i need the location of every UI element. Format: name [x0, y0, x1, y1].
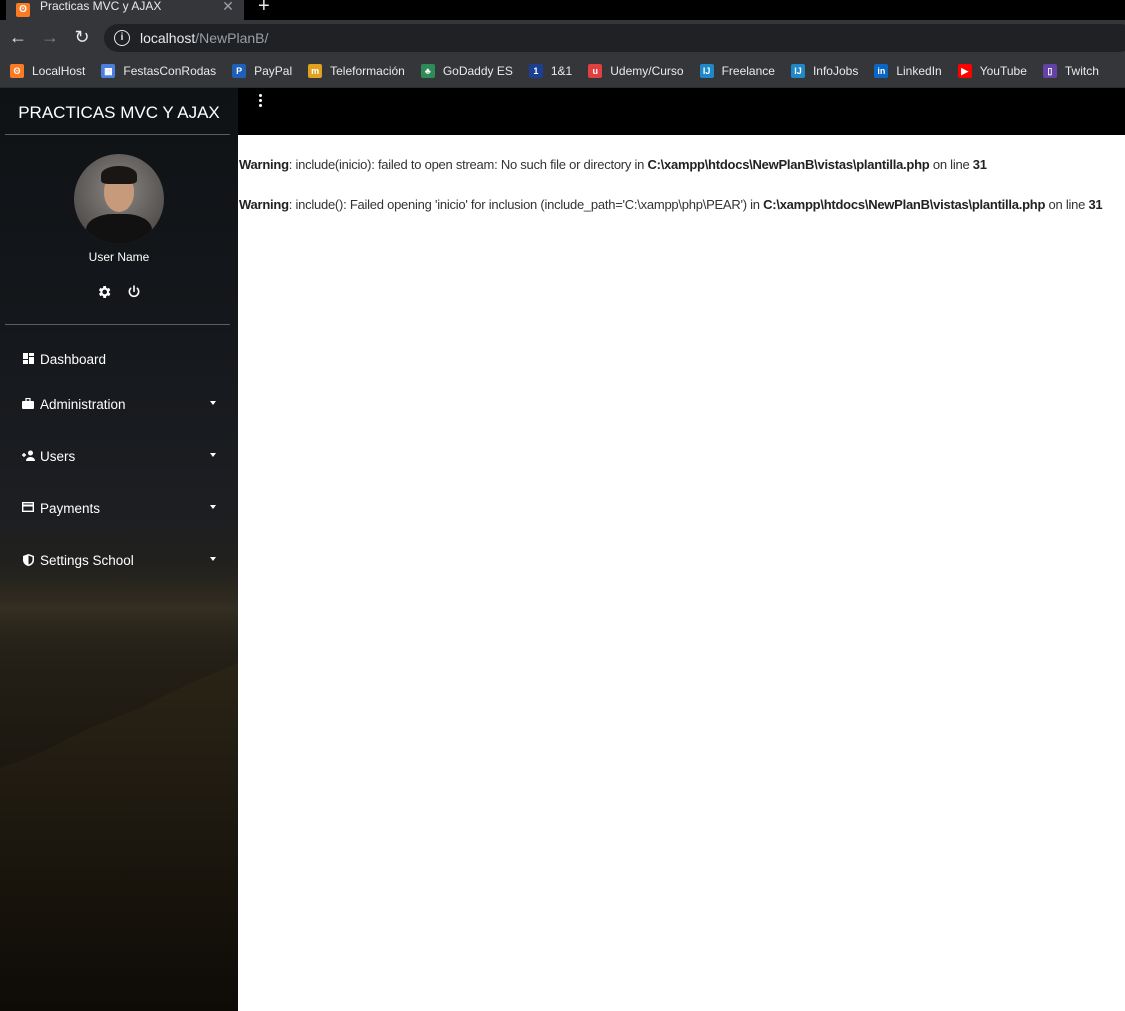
sidebar-item-dashboard[interactable]: Dashboard: [0, 349, 238, 369]
url-path: /NewPlanB/: [195, 30, 269, 46]
xampp-icon: ʘ: [16, 3, 30, 17]
chevron-down-icon[interactable]: [210, 453, 216, 457]
bookmark-label: Twitch: [1064, 63, 1099, 78]
bookmark-label: YouTube: [979, 63, 1027, 78]
bookmark-label: 1&1: [550, 63, 573, 78]
bookmark-label: FestasConRodas: [123, 63, 217, 78]
sidebar-menu: Dashboard Administration Users Payments: [0, 325, 238, 570]
warning-file: C:\xampp\htdocs\NewPlanB\vistas\plantill…: [647, 157, 930, 172]
credit-card-icon: [21, 501, 35, 514]
dashboard-icon: [22, 353, 34, 365]
ij-icon: IJ: [699, 63, 714, 78]
add-user-icon: [22, 450, 35, 462]
sidebar-item-label: Administration: [40, 396, 126, 412]
warning-message: : include(inicio): failed to open stream…: [288, 157, 648, 172]
oneandone-icon: 1: [528, 63, 543, 78]
forward-button[interactable]: →: [36, 23, 64, 51]
sidebar-item-label: Settings School: [40, 552, 134, 568]
warning-label: Warning: [239, 197, 289, 212]
php-warning: Warning: include(): Failed opening 'inic…: [239, 197, 1103, 212]
store-icon: ▦: [101, 63, 116, 78]
bookmark-paypal[interactable]: P PayPal: [232, 63, 293, 78]
twitch-icon: ▯: [1042, 63, 1057, 78]
tab-title: Practicas MVC y AJAX: [40, 0, 162, 13]
sidebar-item-administration[interactable]: Administration: [0, 394, 238, 414]
bookmark-udemy-curso[interactable]: u Udemy/Curso: [588, 63, 684, 78]
udemy-icon: u: [588, 63, 603, 78]
bookmark-freelance[interactable]: IJ Freelance: [699, 63, 775, 78]
power-icon[interactable]: [126, 284, 142, 300]
warning-file: C:\xampp\htdocs\NewPlanB\vistas\plantill…: [763, 197, 1046, 212]
top-navbar: [238, 88, 1125, 135]
chevron-down-icon[interactable]: [210, 557, 216, 561]
bookmark-label: Udemy/Curso: [610, 63, 684, 78]
bookmarks-bar: ʘ LocalHost ▦ FestasConRodas P PayPal m Telefor…: [0, 54, 1125, 88]
back-button[interactable]: ←: [4, 23, 32, 51]
sidebar-item-label: Users: [40, 448, 76, 464]
tab-strip: ʘ Practicas MVC y AJAX ✕ +: [0, 0, 1125, 20]
youtube-icon: ▶: [957, 63, 972, 78]
address-bar[interactable]: i localhost/NewPlanB/: [104, 24, 1125, 52]
sidebar-item-label: Payments: [40, 500, 101, 516]
bookmark-label: GoDaddy ES: [442, 63, 513, 78]
main-content: Warning: include(inicio): failed to open…: [238, 135, 1125, 1011]
bookmark-godaddy-es[interactable]: ♣ GoDaddy ES: [420, 63, 513, 78]
bookmark-infojobs[interactable]: IJ InfoJobs: [790, 63, 859, 78]
bookmark-1-1[interactable]: 1 1&1: [528, 63, 573, 78]
bookmark-linkedin[interactable]: in LinkedIn: [874, 63, 942, 78]
bookmark-festasconrodas[interactable]: ▦ FestasConRodas: [101, 63, 217, 78]
close-tab-icon[interactable]: ✕: [218, 0, 238, 15]
bookmark-label: LocalHost: [32, 63, 86, 78]
chevron-down-icon[interactable]: [210, 505, 216, 509]
sidebar-item-label: Dashboard: [40, 351, 107, 367]
bookmark-teleformaci-n[interactable]: m Teleformación: [308, 63, 405, 78]
xampp-icon: ʘ: [10, 63, 24, 78]
bookmark-localhost[interactable]: ʘ LocalHost: [10, 63, 86, 78]
sidebar-item-payments[interactable]: Payments: [0, 498, 238, 518]
url-host: localhost: [140, 30, 196, 46]
paypal-icon: P: [232, 63, 247, 78]
bookmark-youtube[interactable]: ▶ YouTube: [957, 63, 1027, 78]
new-tab-button[interactable]: +: [258, 0, 270, 18]
bookmark-twitch[interactable]: ▯ Twitch: [1042, 63, 1099, 78]
chevron-down-icon[interactable]: [210, 401, 216, 405]
bookmark-label: Freelance: [721, 63, 775, 78]
user-name: User Name: [88, 250, 150, 264]
ij-icon: IJ: [790, 63, 805, 78]
warning-line-text: on line: [929, 157, 973, 172]
bookmark-label: InfoJobs: [812, 63, 859, 78]
bookmark-label: Teleformación: [330, 63, 405, 78]
sidebar-item-users[interactable]: Users: [0, 446, 238, 466]
info-icon[interactable]: i: [114, 30, 130, 46]
tf-icon: m: [308, 63, 323, 78]
bookmark-label: LinkedIn: [896, 63, 942, 78]
sidebar: PRACTICAS MVC Y AJAX User Name Dashboard: [0, 88, 238, 1011]
reload-button[interactable]: ↻: [68, 23, 96, 51]
warning-line: 31: [972, 157, 987, 172]
more-vert-icon[interactable]: [259, 94, 263, 108]
shield-icon: [22, 554, 34, 566]
avatar[interactable]: [74, 154, 164, 244]
linkedin-icon: in: [874, 63, 889, 78]
browser-tab[interactable]: ʘ Practicas MVC y AJAX ✕: [6, 0, 244, 20]
briefcase-icon: [22, 397, 34, 410]
php-warning: Warning: include(inicio): failed to open…: [239, 157, 987, 172]
warning-label: Warning: [239, 157, 289, 172]
user-profile: User Name: [0, 135, 238, 324]
warning-message: : include(): Failed opening 'inicio' for…: [288, 197, 764, 212]
sidebar-item-settings-school[interactable]: Settings School: [0, 550, 238, 570]
gear-icon[interactable]: [96, 284, 112, 300]
brand-title: PRACTICAS MVC Y AJAX: [18, 103, 220, 122]
godaddy-icon: ♣: [420, 63, 435, 78]
bookmark-label: PayPal: [254, 63, 293, 78]
browser-toolbar: ← → ↻ i localhost/NewPlanB/: [0, 20, 1125, 54]
warning-line-text: on line: [1045, 197, 1089, 212]
warning-line: 31: [1088, 197, 1103, 212]
